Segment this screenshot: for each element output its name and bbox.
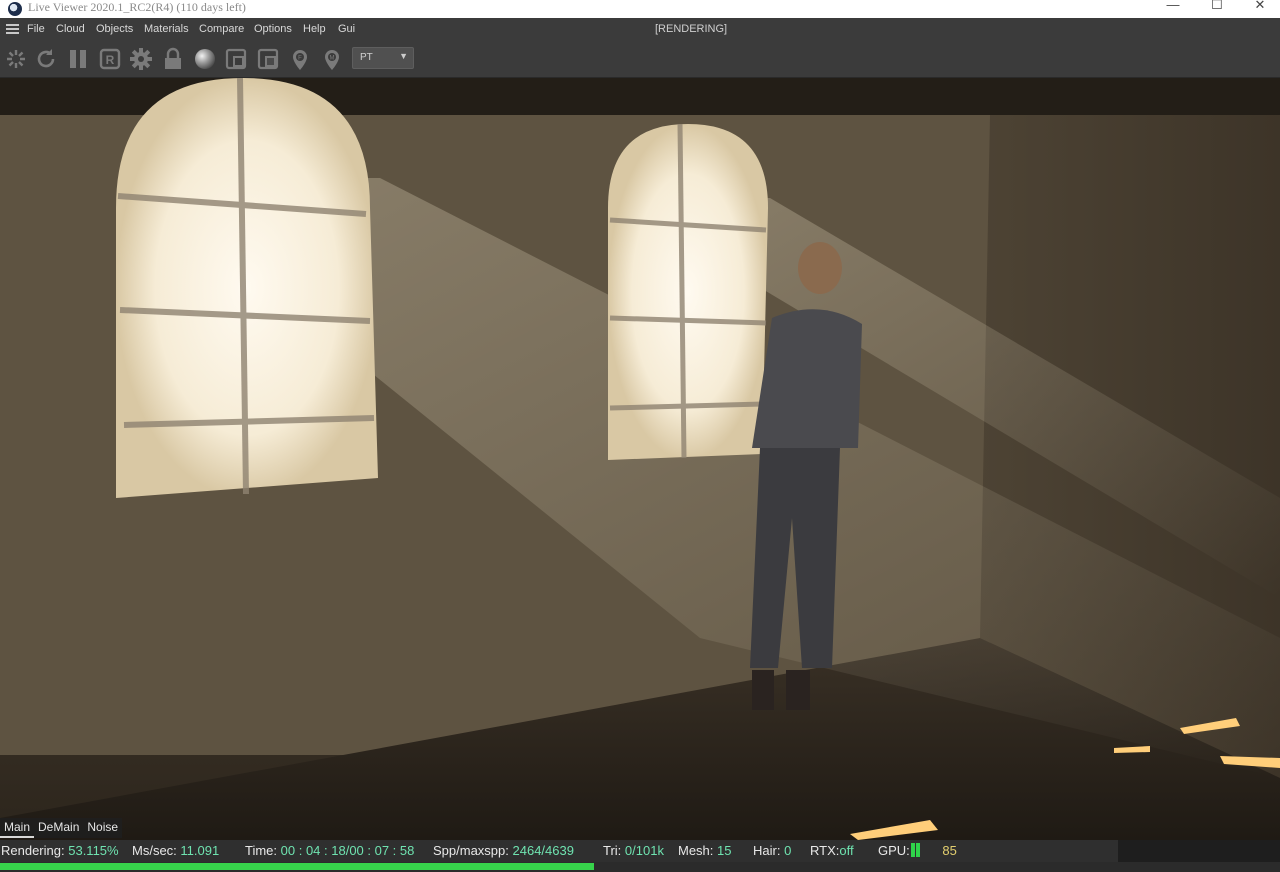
- svg-text:M: M: [330, 56, 335, 62]
- focus-pin-m-icon[interactable]: M: [319, 46, 345, 72]
- status-time: Time: 00 : 04 : 18/00 : 07 : 58: [245, 843, 415, 858]
- chevron-down-icon: ▼: [399, 51, 408, 61]
- menu-materials[interactable]: Materials: [144, 22, 189, 36]
- render-viewport[interactable]: [0, 78, 1280, 840]
- tab-main[interactable]: Main: [0, 818, 35, 838]
- render-state-label: [RENDERING]: [655, 23, 728, 35]
- kernel-mode-value: PT: [360, 52, 373, 63]
- gpu-load-icon: [910, 843, 921, 857]
- status-spp: Spp/maxspp: 2464/4639: [433, 843, 574, 858]
- pause-icon[interactable]: [65, 46, 91, 72]
- status-bar: Rendering: 53.115% Ms/sec: 11.091 Time: …: [0, 840, 1118, 862]
- menu-objects[interactable]: Objects: [96, 22, 133, 36]
- lock-icon[interactable]: [160, 46, 186, 72]
- svg-text:F: F: [298, 56, 302, 62]
- view-tabs: Main DeMain Noise: [0, 818, 123, 838]
- status-gpu: GPU: 85: [878, 843, 957, 858]
- title-bar: Live Viewer 2020.1_RC2(R4) (110 days lef…: [0, 0, 1280, 18]
- kernel-mode-select[interactable]: PT ▼: [352, 47, 414, 69]
- status-rtx: RTX:off: [810, 843, 854, 858]
- status-ms-per-sec: Ms/sec: 11.091: [132, 843, 220, 858]
- menu-cloud[interactable]: Cloud: [56, 22, 85, 36]
- region-clear-icon[interactable]: [255, 46, 281, 72]
- menu-gui[interactable]: Gui: [338, 22, 355, 36]
- region-r-icon[interactable]: R: [97, 46, 123, 72]
- render-progress-fill: [0, 863, 594, 870]
- focus-pin-f-icon[interactable]: F: [287, 46, 313, 72]
- hamburger-menu-icon[interactable]: [6, 24, 19, 34]
- svg-text:R: R: [106, 53, 115, 67]
- status-hair: Hair: 0: [753, 843, 792, 858]
- restart-icon[interactable]: [33, 46, 59, 72]
- status-mesh: Mesh: 15: [678, 843, 732, 858]
- menu-help[interactable]: Help: [303, 22, 326, 36]
- render-progress-bar: [0, 862, 1280, 872]
- menu-bar: File Cloud Objects Materials Compare Opt…: [0, 18, 1280, 40]
- material-sphere-icon[interactable]: [192, 46, 218, 72]
- rendered-scene-image: [0, 78, 1280, 840]
- camera-pick-icon[interactable]: [3, 46, 29, 72]
- tab-demain[interactable]: DeMain: [34, 818, 84, 838]
- gpu-temperature: 85: [942, 843, 957, 858]
- app-logo-icon: [8, 2, 22, 16]
- minimize-button[interactable]: —: [1150, 0, 1196, 16]
- region-select-icon[interactable]: [223, 46, 249, 72]
- window-title: Live Viewer 2020.1_RC2(R4) (110 days lef…: [28, 0, 246, 14]
- settings-gear-icon[interactable]: [128, 46, 154, 72]
- menu-options[interactable]: Options: [254, 22, 292, 36]
- toolbar: R F M PT ▼: [0, 40, 1280, 78]
- status-rendering: Rendering: 53.115%: [1, 843, 119, 858]
- tab-noise[interactable]: Noise: [83, 818, 123, 838]
- status-tri: Tri: 0/101k: [603, 843, 664, 858]
- maximize-button[interactable]: ☐: [1194, 0, 1240, 16]
- close-button[interactable]: ✕: [1237, 0, 1280, 16]
- menu-compare[interactable]: Compare: [199, 22, 244, 36]
- menu-file[interactable]: File: [27, 22, 45, 36]
